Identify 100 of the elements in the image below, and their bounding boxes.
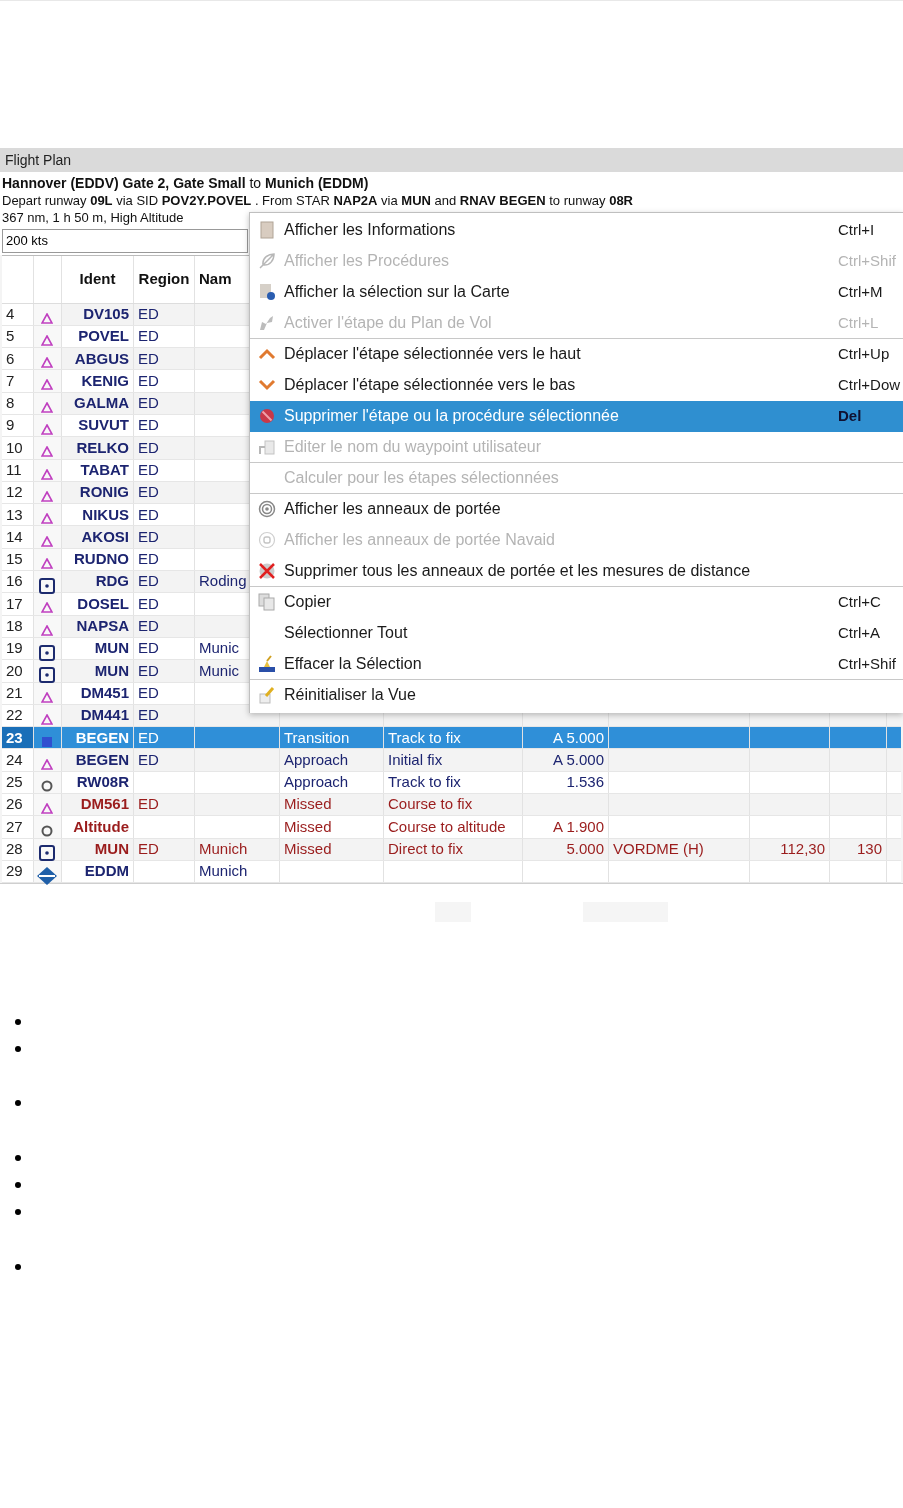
triangle-icon xyxy=(41,691,53,703)
triangle-icon xyxy=(41,334,53,346)
table-cell: DOSEL xyxy=(62,593,134,615)
table-cell: Transition xyxy=(280,727,384,749)
table-row[interactable]: 24 BEGEN ED Approach Initial fix A 5.000 xyxy=(2,749,901,772)
table-cell: AKOSI xyxy=(62,526,134,548)
bullet-icon xyxy=(15,1019,21,1025)
menu-item[interactable]: Afficher les anneaux de portée xyxy=(250,494,903,525)
table-cell: Approach xyxy=(280,771,384,794)
menu-item[interactable]: Supprimer l'étape ou la procédure sélectionnée Del xyxy=(250,401,903,432)
menu-item[interactable]: Effacer la Sélection Ctrl+Shif xyxy=(250,649,903,680)
table-cell: Track to fix xyxy=(384,771,523,794)
table-cell: ED xyxy=(134,794,195,816)
table-cell: BEGEN xyxy=(62,727,134,749)
table-cell: ABGUS xyxy=(62,348,134,370)
table-cell: TABAT xyxy=(62,459,134,481)
bullet-icon xyxy=(15,1182,21,1188)
menu-item[interactable]: Supprimer tous les anneaux de portée et les mesures de distance xyxy=(250,556,903,587)
navaid-icon xyxy=(39,577,55,594)
table-cell: DV105 xyxy=(62,303,134,325)
circle-icon xyxy=(41,780,53,793)
table-row[interactable]: 25 RW08R Approach Track to fix 1.536 xyxy=(2,771,901,795)
waypoint-icon xyxy=(41,735,53,748)
table-cell: A 5.000 xyxy=(523,727,609,749)
table-cell: ED xyxy=(134,704,195,727)
table-cell: SUVUT xyxy=(62,415,134,437)
table-cell: ED xyxy=(134,682,195,704)
bullet-icon xyxy=(15,1209,21,1215)
table-cell: 112,30 xyxy=(750,838,830,860)
copy-icon xyxy=(258,593,276,611)
navaid-icon xyxy=(39,845,55,862)
table-row[interactable]: 29 EDDM Munich xyxy=(2,860,901,884)
row-number: 28 xyxy=(2,838,34,860)
document-icon xyxy=(258,221,276,239)
table-cell: KENIG xyxy=(62,370,134,392)
table-cell: ED xyxy=(134,348,195,370)
table-cell: MUN xyxy=(62,660,134,682)
navaid-icon xyxy=(39,644,55,661)
column-header: Region xyxy=(134,255,195,303)
table-cell: ED xyxy=(134,437,195,459)
row-number: 10 xyxy=(2,437,34,459)
table-cell: ED xyxy=(134,370,195,392)
table-cell: 1.536 xyxy=(523,771,609,794)
row-number: 12 xyxy=(2,481,34,504)
triangle-icon xyxy=(41,624,53,636)
pencil-icon xyxy=(258,686,276,704)
triangle-icon xyxy=(41,490,53,502)
row-number: 14 xyxy=(2,526,34,548)
row-number: 4 xyxy=(2,303,34,325)
navaid-icon xyxy=(39,666,55,683)
table-cell: EDDM xyxy=(62,860,134,883)
table-cell: ED xyxy=(134,571,195,593)
table-row[interactable]: 27 Altitude Missed Course to altitude A 1.900 xyxy=(2,816,901,839)
table-row[interactable]: 23 BEGEN ED Transition Track to fix A 5.000 xyxy=(2,727,901,750)
triangle-icon xyxy=(41,535,53,547)
table-cell: RUDNO xyxy=(62,548,134,571)
row-number: 8 xyxy=(2,392,34,414)
table-cell: DM451 xyxy=(62,682,134,704)
circle-icon xyxy=(41,824,53,837)
table-row[interactable]: 28 MUN ED Munich Missed Direct to fix 5.000 VORDME (H) 112,30 130 xyxy=(2,838,901,861)
triangle-icon xyxy=(41,803,53,815)
table-cell: Altitude xyxy=(62,816,134,838)
table-cell: ED xyxy=(134,504,195,526)
bullet-icon xyxy=(15,1100,21,1106)
row-number: 24 xyxy=(2,749,34,771)
triangle-icon xyxy=(41,424,53,435)
menu-item[interactable]: Afficher les Informations Ctrl+I xyxy=(250,215,903,246)
triangle-icon xyxy=(41,446,53,458)
triangle-icon xyxy=(41,379,53,391)
table-cell: Munich xyxy=(195,838,280,860)
table-cell: MUN xyxy=(62,637,134,660)
speed-field[interactable]: 200 kts xyxy=(2,228,248,253)
table-cell: POVEL xyxy=(62,325,134,348)
triangle-icon xyxy=(41,557,53,569)
plane-icon xyxy=(258,314,276,332)
table-cell: 130 xyxy=(830,838,887,860)
row-number: 26 xyxy=(2,794,34,816)
table-cell: ED xyxy=(134,593,195,615)
table-cell: ED xyxy=(134,526,195,548)
table-cell: Course to fix xyxy=(384,794,523,816)
table-row[interactable]: 26 DM561 ED Missed Course to fix xyxy=(2,794,901,817)
triangle-icon xyxy=(41,713,53,725)
row-number: 18 xyxy=(2,615,34,637)
table-cell: Missed xyxy=(280,838,384,860)
broom-icon xyxy=(258,655,276,673)
table-cell: Course to altitude xyxy=(384,816,523,838)
table-cell: NIKUS xyxy=(62,504,134,526)
menu-item[interactable]: Déplacer l'étape sélectionnée vers le bas Ctrl+Dow xyxy=(250,370,903,401)
table-cell: BEGEN xyxy=(62,749,134,771)
bullet-icon xyxy=(15,1155,21,1161)
bullet-icon xyxy=(15,1264,21,1270)
edit-document-icon xyxy=(258,438,276,456)
table-cell: A 5.000 xyxy=(523,749,609,771)
forbidden-icon xyxy=(258,407,276,425)
menu-item[interactable]: Déplacer l'étape sélectionnée vers le haut Ctrl+Up xyxy=(250,339,903,370)
triangle-icon xyxy=(41,401,53,413)
column-header: Ident xyxy=(62,255,134,303)
table-cell: RDG xyxy=(62,571,134,593)
table-cell: GALMA xyxy=(62,392,134,414)
table-cell: ED xyxy=(134,325,195,348)
